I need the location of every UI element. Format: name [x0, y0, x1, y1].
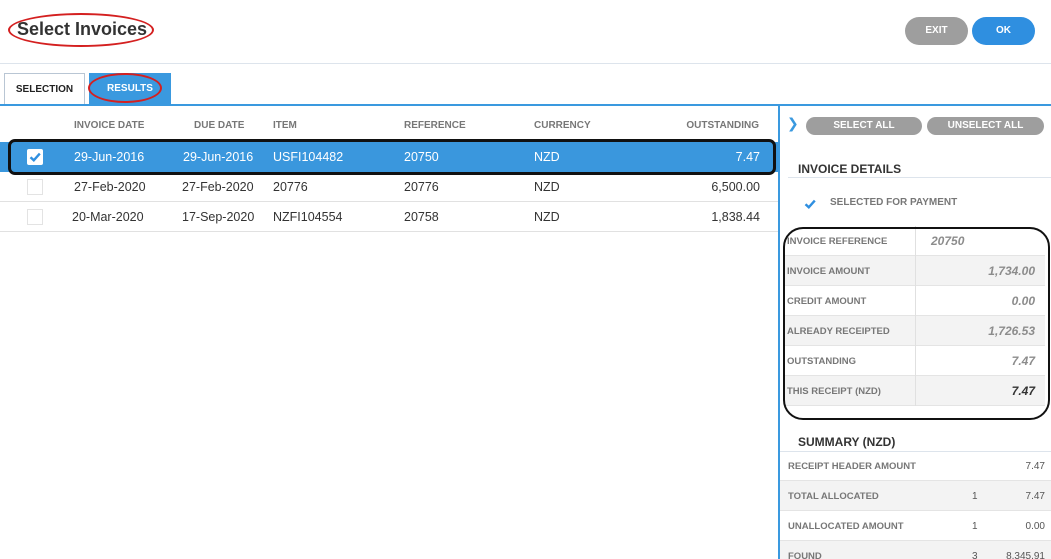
header-divider: [0, 63, 1051, 64]
table-row[interactable]: 27-Feb-2020 27-Feb-2020 20776 20776 NZD …: [0, 172, 778, 202]
summary-count: 1: [972, 491, 978, 502]
summary-title: SUMMARY (NZD): [798, 435, 896, 449]
summary-label: TOTAL ALLOCATED: [788, 491, 879, 502]
summary-value: 0.00: [1025, 521, 1045, 532]
summary-label: UNALLOCATED AMOUNT: [788, 521, 904, 532]
summary-label: FOUND: [788, 551, 822, 559]
summary-label: RECEIPT HEADER AMOUNT: [788, 461, 916, 472]
col-item[interactable]: ITEM: [273, 120, 297, 131]
row-checkbox[interactable]: [27, 179, 43, 195]
tab-selection[interactable]: SELECTION: [4, 73, 85, 105]
title-annotation-ring: [8, 13, 154, 47]
summary-count: 1: [972, 521, 978, 532]
section-divider: [788, 177, 1051, 178]
summary-row: TOTAL ALLOCATED 1 7.47: [780, 481, 1051, 511]
check-icon: [804, 199, 816, 210]
tab-divider: [0, 104, 1051, 106]
col-currency[interactable]: CURRENCY: [534, 120, 591, 131]
cell-reference: 20776: [404, 180, 439, 194]
col-due-date[interactable]: DUE DATE: [194, 120, 244, 131]
details-annotation-ring: [783, 227, 1050, 420]
selected-for-payment-label: SELECTED FOR PAYMENT: [830, 197, 958, 208]
col-reference[interactable]: REFERENCE: [404, 120, 466, 131]
summary-row: UNALLOCATED AMOUNT 1 0.00: [780, 511, 1051, 541]
summary-value: 7.47: [1025, 461, 1045, 472]
table-row[interactable]: 20-Mar-2020 17-Sep-2020 NZFI104554 20758…: [0, 202, 778, 232]
summary-value: 7.47: [1025, 491, 1045, 502]
exit-button[interactable]: EXIT: [905, 17, 968, 45]
cell-due-date: 27-Feb-2020: [182, 180, 254, 194]
cell-currency: NZD: [534, 180, 560, 194]
cell-currency: NZD: [534, 210, 560, 224]
cell-item: NZFI104554: [273, 210, 343, 224]
cell-invoice-date: 27-Feb-2020: [74, 180, 146, 194]
selected-for-payment-checkbox[interactable]: [802, 196, 818, 217]
summary-count: 3: [972, 551, 978, 559]
col-outstanding[interactable]: OUTSTANDING: [686, 120, 759, 131]
cell-reference: 20758: [404, 210, 439, 224]
cell-due-date: 17-Sep-2020: [182, 210, 255, 224]
cell-invoice-date: 20-Mar-2020: [72, 210, 144, 224]
summary-value: 8,345.91: [1006, 551, 1045, 559]
summary-row: FOUND 3 8,345.91: [780, 541, 1051, 559]
summary-row: RECEIPT HEADER AMOUNT 7.47: [780, 451, 1051, 481]
cell-item: 20776: [273, 180, 308, 194]
chevron-right-icon[interactable]: ❯: [787, 115, 799, 132]
unselect-all-button[interactable]: UNSELECT ALL: [927, 117, 1044, 135]
col-invoice-date[interactable]: INVOICE DATE: [74, 120, 144, 131]
ok-button[interactable]: OK: [972, 17, 1035, 45]
select-all-button[interactable]: SELECT ALL: [806, 117, 922, 135]
row-checkbox[interactable]: [27, 209, 43, 225]
results-tab-annotation-ring: [88, 73, 162, 103]
selected-row-annotation-ring: [8, 139, 776, 175]
cell-outstanding: 6,500.00: [711, 180, 760, 194]
invoice-details-title: INVOICE DETAILS: [798, 162, 902, 176]
cell-outstanding: 1,838.44: [711, 210, 760, 224]
